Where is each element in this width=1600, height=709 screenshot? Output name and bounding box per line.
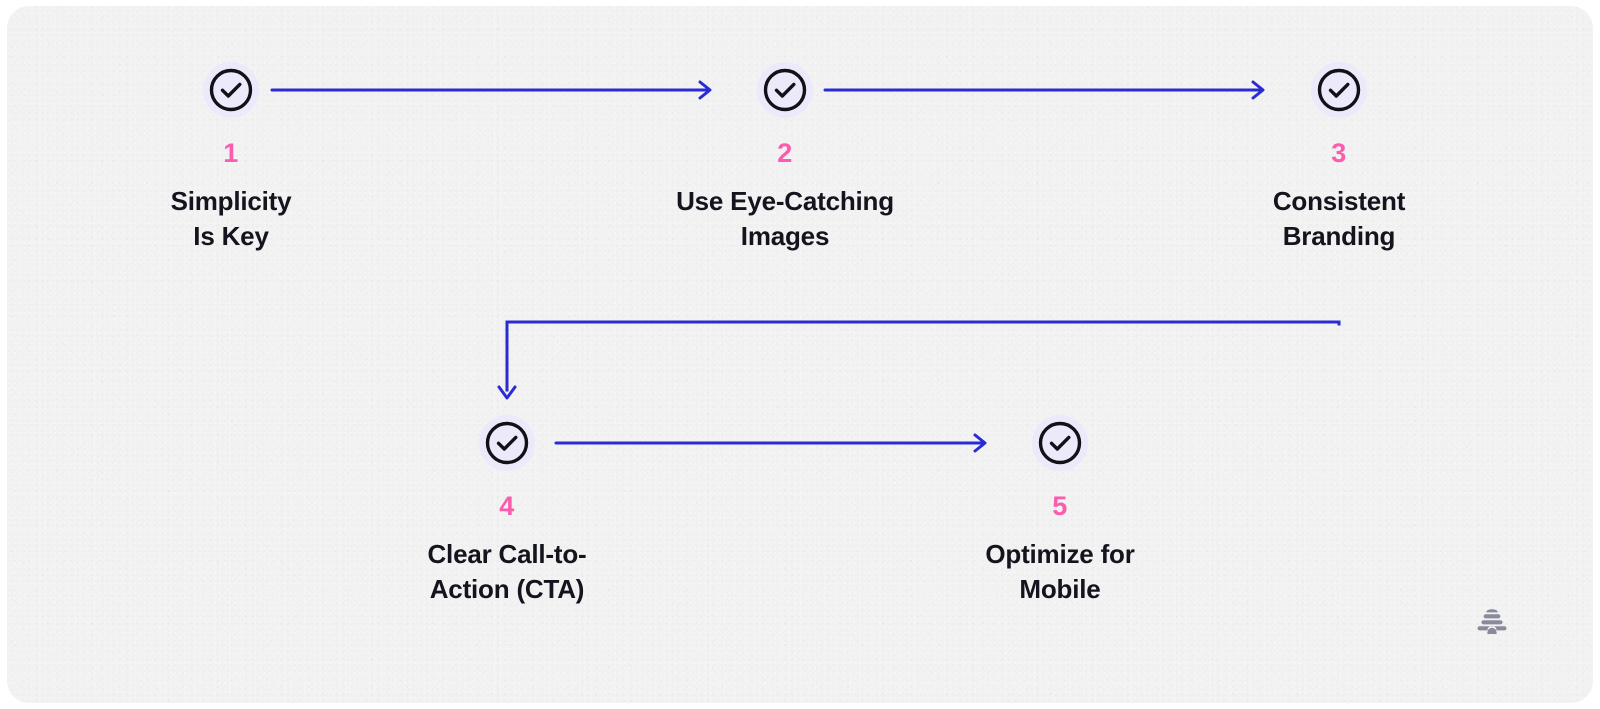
step-number: 5 [1052, 491, 1068, 521]
diagram-card: 1 Simplicity Is Key 2 Use Eye-Catching I… [7, 6, 1593, 703]
step-number: 2 [777, 138, 793, 168]
check-circle-icon [203, 62, 259, 118]
step-label: Simplicity Is Key [170, 186, 292, 252]
step-node-5[interactable]: 5 Optimize for Mobile [890, 415, 1230, 608]
step-number: 4 [499, 491, 515, 521]
check-circle-icon [1032, 415, 1088, 471]
step-label: Clear Call-to- Action (CTA) [427, 539, 587, 605]
check-circle-icon [479, 415, 535, 471]
step-number: 3 [1331, 138, 1347, 168]
step-node-4[interactable]: 4 Clear Call-to- Action (CTA) [337, 415, 677, 608]
step-number: 1 [223, 138, 239, 168]
check-circle-icon [757, 62, 813, 118]
step-label: Optimize for Mobile [985, 539, 1135, 605]
beehive-logo [1475, 604, 1509, 638]
step-node-2[interactable]: 2 Use Eye-Catching Images [615, 62, 955, 255]
step-node-3[interactable]: 3 Consistent Branding [1169, 62, 1509, 255]
step-node-1[interactable]: 1 Simplicity Is Key [61, 62, 401, 255]
check-circle-icon [1311, 62, 1367, 118]
connector-step3-step4 [497, 320, 1341, 400]
step-label: Use Eye-Catching Images [676, 186, 894, 252]
diagram-canvas: 1 Simplicity Is Key 2 Use Eye-Catching I… [0, 0, 1600, 709]
step-label: Consistent Branding [1272, 186, 1406, 252]
